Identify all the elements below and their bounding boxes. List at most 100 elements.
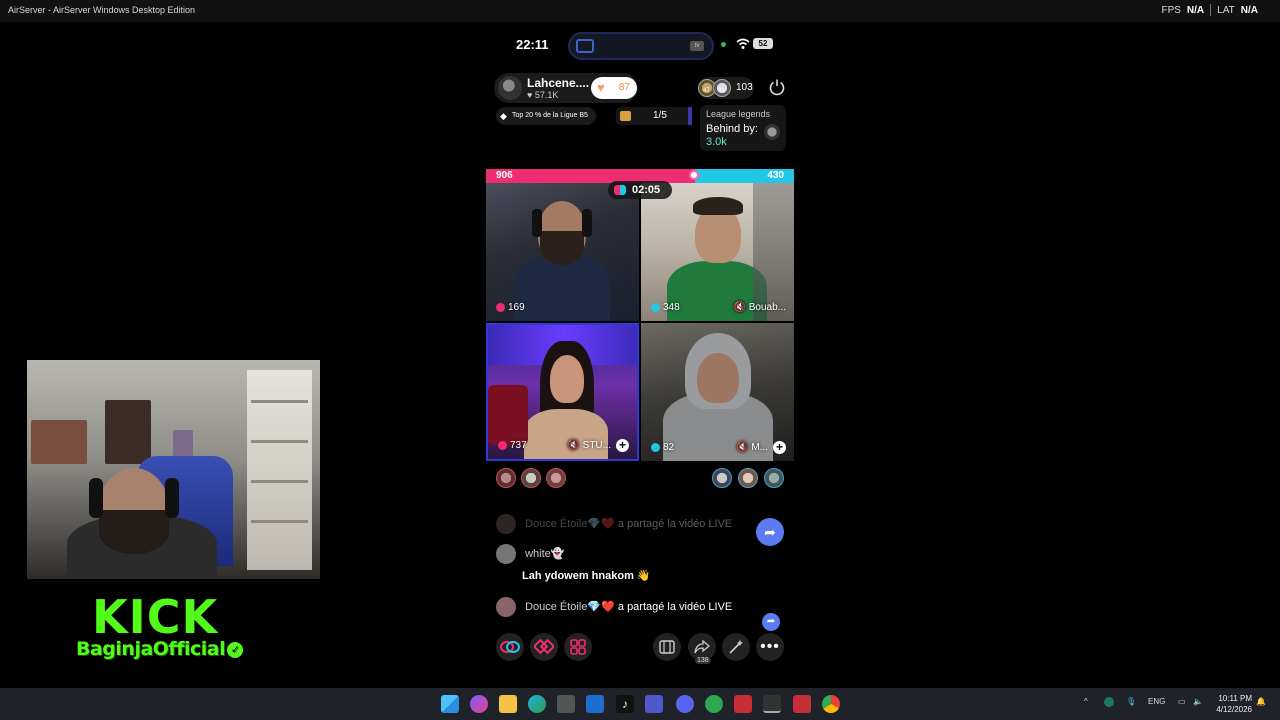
lat-value: N/A: [1240, 4, 1258, 16]
league-badge-label: Top 20 % de la Ligue B5: [512, 112, 588, 119]
co-host-button[interactable]: [530, 633, 558, 661]
guest-name: 🔇 M...: [736, 442, 768, 453]
guest-gift-count: 169: [496, 302, 525, 313]
copilot-icon[interactable]: [470, 695, 488, 713]
goal-progress-value: 1/5: [653, 110, 667, 121]
viewer-count: 103: [736, 82, 753, 93]
score-left: 906: [496, 170, 513, 181]
behind-label: Behind by:: [706, 123, 758, 135]
phone-screen: 22:11 tv 52 Lahcene.... ♥ 57.1K ♥ 87 47 …: [486, 22, 794, 686]
microphone-icon[interactable]: 🎙: [1126, 697, 1136, 706]
chat-avatar: [496, 597, 516, 617]
headphones-icon: [532, 209, 542, 237]
tray-overflow-icon[interactable]: ^: [1084, 697, 1088, 706]
magic-wand-icon: [729, 640, 743, 654]
gift-icon: [496, 303, 505, 312]
xbox-icon[interactable]: [705, 695, 723, 713]
curtain: [753, 183, 794, 321]
supporter-avatar[interactable]: [712, 468, 732, 488]
rival-avatar: [764, 124, 780, 140]
battle-mode-button[interactable]: [496, 633, 524, 661]
guest-tile[interactable]: 169: [486, 183, 639, 321]
stats-divider: [1210, 4, 1212, 16]
share-icon[interactable]: ➦: [762, 613, 780, 631]
more-icon: •••: [760, 638, 780, 655]
channel-name-label: BaginjaOfficial: [76, 638, 226, 660]
tray-app-icon[interactable]: [1104, 697, 1114, 707]
chat-text: a partagé la vidéo LIVE: [617, 517, 733, 530]
clip-button[interactable]: [653, 633, 681, 661]
wall-poster: [31, 420, 87, 464]
supporter-avatar[interactable]: [521, 468, 541, 488]
chat-text: a partagé la vidéo LIVE: [617, 600, 733, 613]
power-icon[interactable]: [768, 78, 786, 96]
tiktok-icon[interactable]: ♪: [616, 695, 634, 713]
goal-progress-edge: [688, 107, 692, 125]
guest-tile[interactable]: 737 🔇 STU... +: [486, 323, 639, 461]
heart-icon: ♥: [597, 80, 605, 95]
chrome-icon[interactable]: [822, 695, 840, 713]
outlook-icon[interactable]: [586, 695, 604, 713]
kick-logo: KICK: [92, 590, 219, 644]
guest-name: 🔇 Bouab...: [733, 302, 787, 313]
top-viewers[interactable]: 47 31 103: [698, 77, 754, 99]
app-icon[interactable]: [793, 695, 811, 713]
guest-name-label: M...: [751, 442, 768, 453]
window-title: AirServer - AirServer Windows Desktop Ed…: [8, 5, 196, 15]
gift-icon: [651, 443, 660, 452]
fps-label: FPS: [1161, 4, 1181, 16]
battery-indicator: 52: [753, 38, 773, 49]
airserver-icon[interactable]: [763, 695, 781, 713]
link-icon: [500, 641, 520, 653]
effects-button[interactable]: [722, 633, 750, 661]
follow-count: 87: [618, 82, 630, 93]
app-icon[interactable]: [734, 695, 752, 713]
window-titlebar: AirServer - AirServer Windows Desktop Ed…: [0, 0, 1280, 22]
chat-text: Lah ydowem hnakom 👋: [522, 570, 651, 582]
add-guest-button[interactable]: +: [616, 439, 629, 452]
follow-button[interactable]: ♥ 87: [591, 77, 637, 99]
start-icon[interactable]: [441, 695, 459, 713]
teams-icon[interactable]: [645, 695, 663, 713]
goal-progress[interactable]: 1/5: [616, 107, 692, 125]
more-button[interactable]: •••: [756, 633, 784, 661]
guest-tile[interactable]: 348 🔇 Bouab...: [641, 183, 794, 321]
discord-icon[interactable]: [676, 695, 694, 713]
edge-icon[interactable]: [528, 695, 546, 713]
notifications-icon[interactable]: 🔔: [1256, 697, 1266, 706]
share-live-button[interactable]: 138: [688, 633, 716, 664]
language-indicator[interactable]: ENG: [1148, 697, 1165, 706]
viewer-avatar[interactable]: 31: [713, 79, 731, 97]
activities-button[interactable]: [564, 633, 592, 661]
screen-mirror-icon: [576, 39, 594, 53]
viewer-badge: 31: [718, 88, 725, 94]
wifi-icon: [736, 38, 750, 49]
gift-value: 737: [510, 440, 527, 451]
fps-value: N/A: [1186, 4, 1205, 16]
share-count: 138: [695, 657, 711, 664]
store-icon[interactable]: [557, 695, 575, 713]
film-icon: [659, 640, 675, 654]
battle-timer: 02:05: [608, 181, 672, 199]
system-clock[interactable]: 10:11 PM 4/12/2026: [1216, 693, 1252, 715]
supporter-avatar[interactable]: [496, 468, 516, 488]
supporter-avatar[interactable]: [546, 468, 566, 488]
league-badge[interactable]: ◆ Top 20 % de la Ligue B5: [496, 107, 596, 125]
chat-message: Douce Étoile💎❤️ a partagé la vidéo LIVE: [496, 514, 732, 534]
guest-tile[interactable]: 82 🔇 M... +: [641, 323, 794, 461]
mic-indicator-icon: [721, 42, 726, 47]
chat-username: Douce Étoile💎❤️: [525, 517, 615, 530]
network-icon[interactable]: ▭: [1178, 697, 1186, 706]
share-arrow-icon: [694, 640, 710, 654]
supporter-avatar[interactable]: [764, 468, 784, 488]
add-guest-button[interactable]: +: [773, 441, 786, 454]
share-button[interactable]: ➦: [756, 518, 784, 546]
volume-icon[interactable]: 🔈: [1193, 697, 1203, 706]
host-avatar[interactable]: [498, 76, 522, 100]
supporter-avatar[interactable]: [738, 468, 758, 488]
headphones-icon: [165, 478, 179, 518]
league-behind-card[interactable]: League legends Behind by: 3.0k: [700, 105, 786, 151]
file-explorer-icon[interactable]: [499, 695, 517, 713]
clock-time: 10:11 PM: [1218, 694, 1252, 703]
headphones-icon: [89, 478, 103, 518]
